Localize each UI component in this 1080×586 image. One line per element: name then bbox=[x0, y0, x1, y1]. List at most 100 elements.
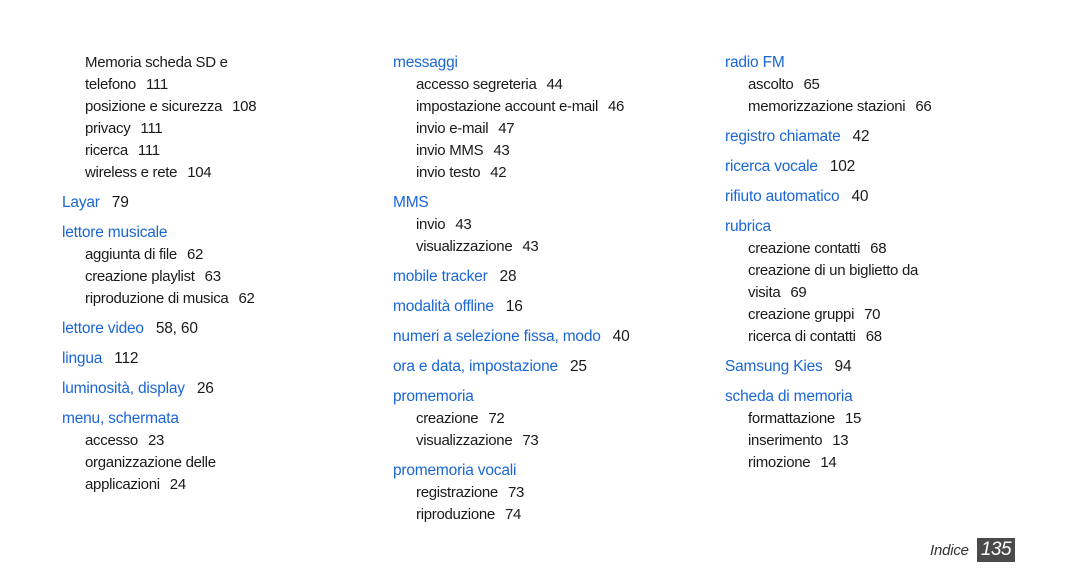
page-reference: 108 bbox=[232, 98, 257, 115]
index-subentry: applicazioni 24 bbox=[62, 474, 362, 496]
index-subentry-label: creazione playlist bbox=[85, 268, 195, 285]
index-subentry-label: aggiunta di file bbox=[85, 246, 177, 263]
page-reference: 69 bbox=[790, 284, 807, 301]
index-subentry: invio MMS 43 bbox=[393, 140, 693, 162]
index-entry: lettore video 58, 60 bbox=[62, 318, 362, 340]
index-subentry-label: posizione e sicurezza bbox=[85, 98, 223, 115]
page-reference: 66 bbox=[915, 98, 932, 115]
index-subentry-label: ascolto bbox=[748, 76, 794, 93]
index-heading: ora e data, impostazione 25 bbox=[393, 356, 693, 378]
page-reference: 40 bbox=[612, 328, 630, 345]
index-subentry-label: riproduzione bbox=[416, 506, 495, 523]
index-subentry: accesso 23 bbox=[62, 430, 362, 452]
index-subentry: rimozione 14 bbox=[725, 452, 1025, 474]
page-reference: 62 bbox=[238, 290, 255, 307]
index-heading-label: Samsung Kies bbox=[725, 358, 823, 375]
index-heading-label: lingua bbox=[62, 350, 103, 367]
index-subentry-label: creazione contatti bbox=[748, 240, 861, 257]
page-reference: 23 bbox=[147, 432, 165, 449]
index-subentry: privacy 111 bbox=[62, 118, 362, 140]
index-subentry-label: invio MMS bbox=[416, 142, 484, 159]
index-subentry-label: creazione di un biglietto da bbox=[748, 262, 919, 279]
index-subentry-label: inserimento bbox=[748, 432, 823, 449]
index-entry: mobile tracker 28 bbox=[393, 266, 693, 288]
index-entry: rubrica creazione contatti 68 creazione di … bbox=[725, 216, 1025, 348]
index-subentry-label: creazione gruppi bbox=[748, 306, 855, 323]
page-reference: 26 bbox=[196, 380, 214, 397]
index-entry: lingua 112 bbox=[62, 348, 362, 370]
index-subentry: Memoria scheda SD e bbox=[62, 52, 362, 74]
index-subentry-label: ricerca bbox=[85, 142, 128, 159]
index-subentry-label: invio testo bbox=[416, 164, 481, 181]
index-subentry-label: Memoria scheda SD e bbox=[85, 54, 228, 71]
page-reference: 79 bbox=[111, 194, 129, 211]
page-reference: 46 bbox=[608, 98, 625, 115]
section-label: Indice bbox=[930, 541, 969, 559]
index-heading: lettore video 58, 60 bbox=[62, 318, 362, 340]
index-entry: registro chiamate 42 bbox=[725, 126, 1025, 148]
page-reference: 15 bbox=[844, 410, 862, 427]
index-heading: Layar 79 bbox=[62, 192, 362, 214]
index-heading-label: modalità offline bbox=[393, 298, 494, 315]
index-subentry: wireless e rete 104 bbox=[62, 162, 362, 184]
index-subentry: posizione e sicurezza 108 bbox=[62, 96, 362, 118]
index-subentry-label: telefono bbox=[85, 76, 136, 93]
index-entry: rifiuto automatico 40 bbox=[725, 186, 1025, 208]
index-heading-label: mobile tracker bbox=[393, 268, 488, 285]
index-entry: Samsung Kies 94 bbox=[725, 356, 1025, 378]
page-reference: 47 bbox=[498, 120, 515, 137]
index-heading-label: numeri a selezione fissa, modo bbox=[393, 328, 601, 345]
index-subentry-label: visualizzazione bbox=[416, 432, 513, 449]
index-entry: modalità offline 16 bbox=[393, 296, 693, 318]
index-subentry: riproduzione 74 bbox=[393, 504, 693, 526]
index-column-1: Memoria scheda SD e telefono 111 posizione … bbox=[62, 52, 362, 496]
page-reference: 65 bbox=[803, 76, 820, 93]
index-subentry: ricerca di contatti 68 bbox=[725, 326, 1025, 348]
index-heading: rubrica bbox=[725, 216, 1025, 238]
index-entry: ora e data, impostazione 25 bbox=[393, 356, 693, 378]
index-subentry: registrazione 73 bbox=[393, 482, 693, 504]
index-entry: numeri a selezione fissa, modo 40 bbox=[393, 326, 693, 348]
index-heading-label: promemoria bbox=[393, 388, 474, 405]
index-subentry-label: rimozione bbox=[748, 454, 811, 471]
index-heading: mobile tracker 28 bbox=[393, 266, 693, 288]
page-reference: 70 bbox=[864, 306, 881, 323]
index-heading: messaggi bbox=[393, 52, 693, 74]
index-heading-label: scheda di memoria bbox=[725, 388, 853, 405]
index-entry: MMS invio 43 visualizzazione 43 bbox=[393, 192, 693, 258]
page-reference: 102 bbox=[829, 158, 856, 175]
page-reference: 94 bbox=[834, 358, 852, 375]
index-entry: promemoria creazione 72 visualizzazione 73 bbox=[393, 386, 693, 452]
page-reference: 68 bbox=[870, 240, 887, 257]
index-subentry-label: riproduzione di musica bbox=[85, 290, 229, 307]
index-subentry: creazione di un biglietto da bbox=[725, 260, 1025, 282]
index-heading: radio FM bbox=[725, 52, 1025, 74]
index-subentry: visualizzazione 73 bbox=[393, 430, 693, 452]
index-subentry: invio e-mail 47 bbox=[393, 118, 693, 140]
index-heading: rifiuto automatico 40 bbox=[725, 186, 1025, 208]
index-subentry: invio testo 42 bbox=[393, 162, 693, 184]
index-subentry-label: impostazione account e-mail bbox=[416, 98, 598, 115]
index-heading: Samsung Kies 94 bbox=[725, 356, 1025, 378]
index-subentry-label: registrazione bbox=[416, 484, 498, 501]
index-entry: Memoria scheda SD e telefono 111 posizione … bbox=[62, 52, 362, 184]
index-heading: menu, schermata bbox=[62, 408, 362, 430]
index-subentry: telefono 111 bbox=[62, 74, 362, 96]
index-entry: ricerca vocale 102 bbox=[725, 156, 1025, 178]
index-heading-label: lettore musicale bbox=[62, 224, 168, 241]
index-subentry: creazione 72 bbox=[393, 408, 693, 430]
index-subentry-label: privacy bbox=[85, 120, 131, 137]
index-heading: numeri a selezione fissa, modo 40 bbox=[393, 326, 693, 348]
index-subentry: visualizzazione 43 bbox=[393, 236, 693, 258]
page-reference: 62 bbox=[186, 246, 204, 263]
index-heading-label: registro chiamate bbox=[725, 128, 841, 145]
page-reference: 43 bbox=[522, 238, 539, 255]
page-reference: 13 bbox=[832, 432, 849, 449]
page-reference: 73 bbox=[507, 484, 525, 501]
index-heading-label: rubrica bbox=[725, 218, 771, 235]
index-heading: registro chiamate 42 bbox=[725, 126, 1025, 148]
index-subentry: ricerca 111 bbox=[62, 140, 362, 162]
index-subentry-label: organizzazione delle bbox=[85, 454, 216, 471]
page-reference: 104 bbox=[187, 164, 212, 181]
index-subentry: impostazione account e-mail 46 bbox=[393, 96, 693, 118]
